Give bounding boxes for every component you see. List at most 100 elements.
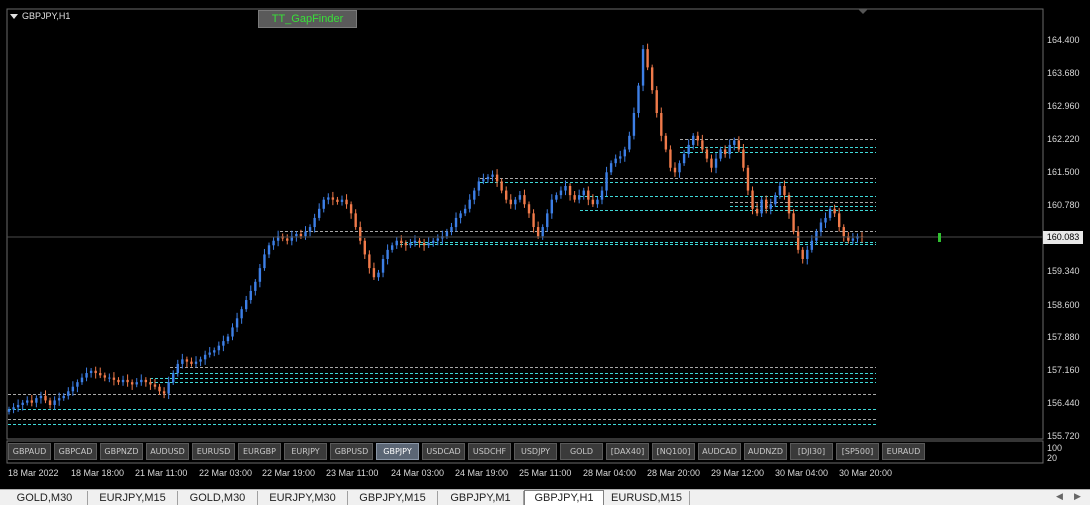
candle-body	[696, 135, 699, 141]
candle-body	[26, 400, 29, 403]
candle-body	[190, 361, 193, 364]
candle-body	[21, 402, 24, 405]
symbol-button-dji30[interactable]: [DJI30]	[790, 443, 833, 460]
candle-body	[591, 199, 595, 205]
candles	[7, 43, 864, 415]
candle-body	[765, 199, 768, 209]
chart-tab[interactable]: GBPJPY,H1	[524, 490, 604, 505]
symbol-button-usdchf[interactable]: USDCHF	[468, 443, 511, 460]
chart-tab[interactable]: EURUSD,M15	[604, 491, 690, 505]
candle-body	[368, 254, 371, 269]
chart-tab[interactable]: EURJPY,M30	[258, 491, 348, 505]
candle-body	[167, 382, 170, 394]
candle-body	[491, 174, 494, 177]
candle-body	[605, 172, 608, 191]
symbol-button-nq100[interactable]: [NQ100]	[652, 443, 695, 460]
candle-body	[787, 195, 791, 214]
chart-tab[interactable]: GOLD,M30	[2, 491, 88, 505]
candle-body	[258, 268, 262, 282]
symbol-button-audnzd[interactable]: AUDNZD	[744, 443, 787, 460]
candle-body	[482, 179, 485, 182]
candle-body	[555, 195, 558, 200]
candle-body	[559, 190, 563, 196]
candle-body	[345, 199, 348, 205]
time-tick-label: 18 Mar 18:00	[71, 468, 125, 478]
candle-body	[546, 213, 549, 228]
candle-body	[751, 190, 754, 209]
scroll-right-icon[interactable]: ▶	[1074, 492, 1081, 502]
price-tick-label: 163.680	[1047, 67, 1080, 78]
chart-window[interactable]: GBPJPY,H1 TT_GapFinder 160.083 164.400 16…	[0, 0, 1090, 489]
candle-body	[705, 149, 709, 159]
candle-body	[409, 243, 412, 246]
scroll-left-icon[interactable]: ◀	[1056, 492, 1063, 502]
chart-tab[interactable]: GBPJPY,M1	[438, 491, 524, 505]
candle-body	[532, 213, 535, 228]
candle-body	[755, 208, 759, 214]
candle-body	[641, 49, 645, 86]
candle-body	[477, 181, 481, 191]
price-tick-label: 164.400	[1047, 35, 1080, 45]
symbol-button-audusd[interactable]: AUDUSD	[146, 443, 189, 460]
symbol-button-gbpusd[interactable]: GBPUSD	[330, 443, 373, 460]
gap-finder-button[interactable]: TT_GapFinder	[258, 10, 357, 28]
candle-body	[701, 140, 704, 150]
candle-body	[203, 354, 207, 360]
candle-body	[53, 400, 56, 405]
candle-body	[550, 199, 554, 214]
time-tick-label: 21 Mar 11:00	[135, 468, 188, 478]
symbol-button-audcad[interactable]: AUDCAD	[698, 443, 741, 460]
candle-body	[514, 199, 517, 205]
candle-body	[7, 409, 11, 412]
candle-body	[628, 135, 631, 150]
candle-body	[436, 238, 439, 241]
price-chart[interactable]	[0, 0, 1090, 489]
symbol-button-sp500[interactable]: [SP500]	[836, 443, 879, 460]
symbol-button-usdcad[interactable]: USDCAD	[422, 443, 465, 460]
dropdown-arrow-icon[interactable]	[10, 14, 18, 19]
chart-tab[interactable]: EURJPY,M15	[88, 491, 178, 505]
candle-body	[226, 336, 230, 342]
candle-body	[313, 217, 316, 228]
chart-tab[interactable]: GOLD,M30	[178, 491, 258, 505]
time-tick-label: 28 Mar 04:00	[583, 468, 637, 478]
symbol-button-dax40[interactable]: [DAX40]	[606, 443, 649, 460]
symbol-button-gold[interactable]: GOLD	[560, 443, 603, 460]
symbol-button-eurjpy[interactable]: EURJPY	[284, 443, 327, 460]
candle-body	[244, 300, 248, 310]
symbol-button-eurusd[interactable]: EURUSD	[192, 443, 235, 460]
symbol-button-gbpnzd[interactable]: GBPNZD	[100, 443, 143, 460]
candle-body	[162, 391, 166, 394]
symbol-button-euraud[interactable]: EURAUD	[882, 443, 925, 460]
symbol-button-eurgbp[interactable]: EURGBP	[238, 443, 281, 460]
candle-body	[723, 149, 727, 155]
shift-marker	[858, 9, 868, 14]
symbol-button-gbpaud[interactable]: GBPAUD	[8, 443, 51, 460]
candle-body	[664, 135, 668, 150]
chart-tab[interactable]: GBPJPY,M15	[348, 491, 438, 505]
candle-body	[669, 149, 672, 168]
symbol-button-gbpjpy[interactable]: GBPJPY	[376, 443, 419, 460]
candle-body	[35, 398, 38, 403]
candle-body	[541, 227, 544, 237]
candle-body	[573, 195, 576, 200]
candle-body	[304, 231, 307, 237]
candle-body	[30, 400, 34, 403]
candle-body	[564, 185, 567, 191]
symbol-button-usdjpy[interactable]: USDJPY	[514, 443, 557, 460]
candle-body	[272, 240, 275, 246]
candle-body	[336, 199, 339, 202]
candle-body	[103, 375, 106, 378]
candle-body	[692, 135, 695, 145]
candle-body	[295, 233, 298, 237]
candle-body	[673, 167, 677, 173]
candle-body	[349, 204, 353, 214]
candle-body	[509, 199, 512, 205]
chart-symbol-label: GBPJPY,H1	[22, 11, 71, 21]
candle-body	[842, 227, 845, 237]
symbol-button-gbpcad[interactable]: GBPCAD	[54, 443, 97, 460]
candle-body	[523, 195, 526, 205]
candle-body	[363, 240, 366, 255]
candle-body	[587, 190, 590, 200]
candle-body	[76, 382, 79, 387]
